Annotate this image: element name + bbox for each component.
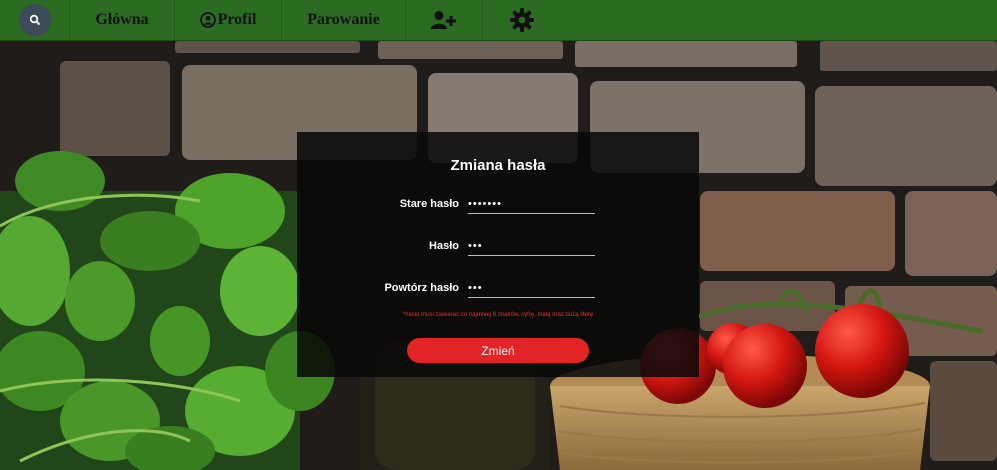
nav-pairing-label: Parowanie: [307, 11, 380, 28]
old-password-row: Stare hasło: [297, 194, 699, 218]
repeat-password-field[interactable]: [468, 278, 595, 298]
password-label: Hasło: [429, 240, 459, 252]
user-circle-icon: [199, 12, 216, 28]
nav-profile[interactable]: Profil: [175, 0, 282, 40]
repeat-password-row: Powtórz hasło: [297, 278, 699, 302]
password-row: Hasło: [297, 236, 699, 260]
nav-settings[interactable]: [483, 0, 560, 40]
top-navbar: Główna Profil Parowanie: [0, 0, 997, 41]
gear-icon: [509, 8, 534, 32]
nav-add-user[interactable]: [406, 0, 483, 40]
nav-home-label: Główna: [95, 11, 149, 28]
change-password-dialog: Zmiana hasła Stare hasło Hasło Powtórz h…: [297, 132, 699, 377]
dialog-title: Zmiana hasła: [450, 157, 546, 174]
search-button[interactable]: [18, 4, 51, 36]
search-area: [0, 0, 70, 40]
change-password-button[interactable]: Zmień: [407, 338, 589, 363]
old-password-label: Stare hasło: [399, 198, 459, 210]
repeat-password-label: Powtórz hasło: [384, 282, 459, 294]
search-icon: [29, 14, 40, 26]
nav-home[interactable]: Główna: [70, 0, 175, 40]
nav-pairing[interactable]: Parowanie: [282, 0, 406, 40]
nav-profile-label: Profil: [217, 11, 257, 28]
password-field[interactable]: [468, 236, 595, 256]
old-password-field[interactable]: [468, 194, 595, 214]
password-requirements-hint: *hasło musi zawierać co najmniej 8 znakó…: [402, 312, 594, 318]
user-plus-icon: [431, 11, 456, 29]
